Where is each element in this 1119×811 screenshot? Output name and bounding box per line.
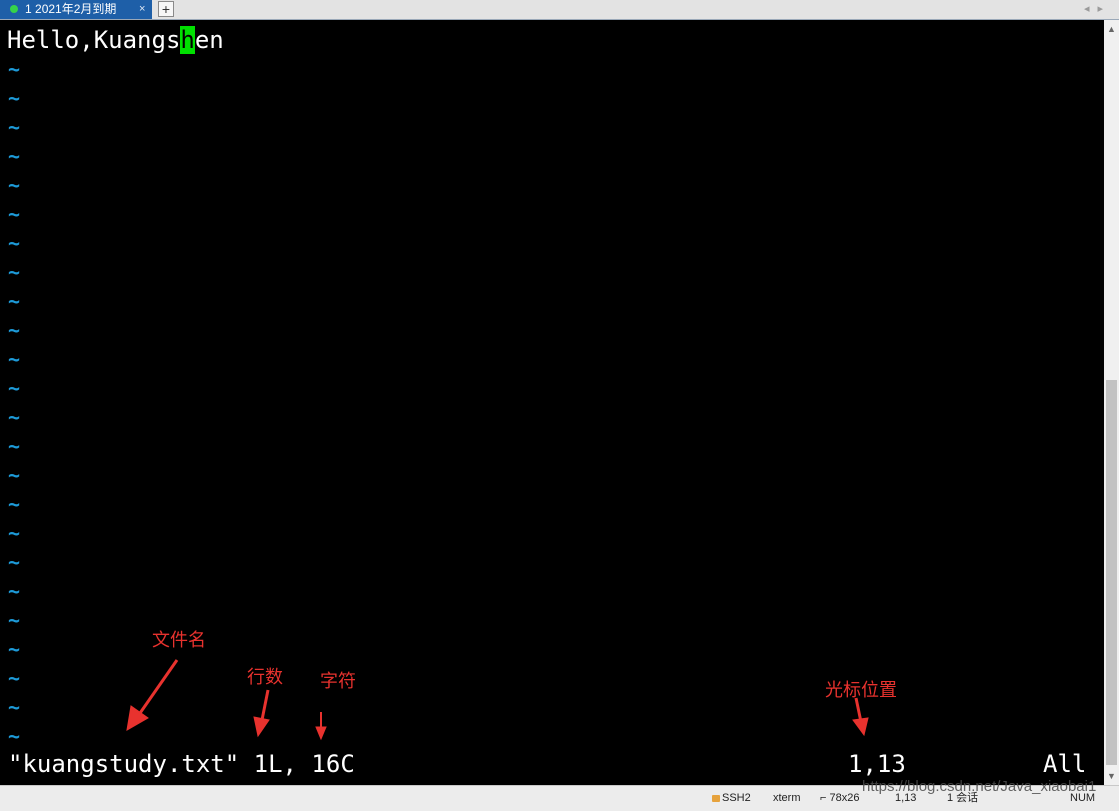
arrow-to-cursor-position: [854, 697, 863, 723]
lock-icon: [712, 795, 720, 802]
terminal-size: ⌐ 78x26: [820, 792, 860, 804]
arrow-head-cursor-position: [852, 717, 869, 737]
arrow-head-lines: [253, 716, 270, 738]
scroll-up-icon[interactable]: ▲: [1104, 22, 1119, 36]
terminal-type: xterm: [773, 792, 801, 804]
arrow-head-filename: [126, 705, 149, 731]
scrollbar-thumb[interactable]: [1106, 380, 1117, 765]
watermark: https://blog.csdn.net/Java_xiaobai1: [862, 778, 1097, 795]
arrow-to-filename: [136, 659, 179, 717]
vertical-scrollbar[interactable]: ▲ ▼: [1104, 20, 1119, 785]
arrow-head-chars: [315, 726, 327, 741]
arrow-to-lines: [260, 689, 270, 721]
scroll-down-icon[interactable]: ▼: [1104, 769, 1119, 783]
resize-icon: ⌐: [820, 792, 827, 804]
protocol-indicator: SSH2: [712, 786, 751, 810]
annotation-arrows: [126, 659, 869, 741]
